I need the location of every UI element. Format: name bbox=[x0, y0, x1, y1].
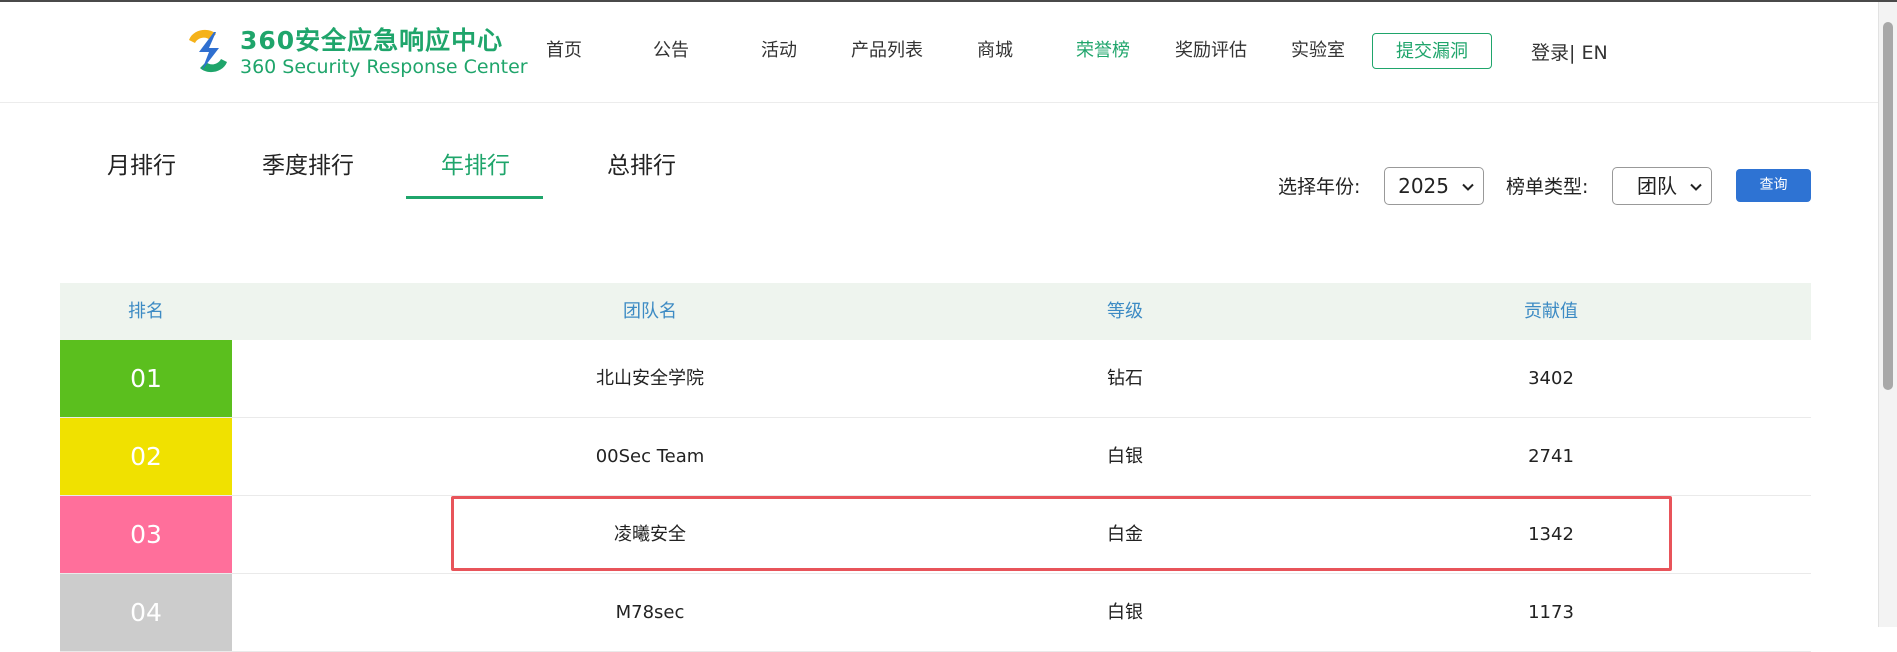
chevron-down-icon bbox=[1690, 183, 1702, 191]
header-team-name: 团队名 bbox=[623, 301, 677, 322]
board-type-select-value: 团队 bbox=[1637, 174, 1677, 198]
level-cell: 白金 bbox=[1107, 524, 1143, 545]
nav-item-announcements[interactable]: 公告 bbox=[653, 39, 689, 63]
table-row[interactable]: 01 北山安全学院 钻石 3402 bbox=[60, 340, 1811, 418]
tab-monthly[interactable]: 月排行 bbox=[107, 150, 176, 182]
year-filter-label: 选择年份: bbox=[1278, 176, 1361, 198]
table-row[interactable]: 02 00Sec Team 白银 2741 bbox=[60, 418, 1811, 496]
nav-item-store[interactable]: 商城 bbox=[977, 39, 1013, 63]
nav-item-lab[interactable]: 实验室 bbox=[1291, 39, 1345, 63]
contribution-cell: 2741 bbox=[1528, 446, 1574, 467]
level-cell: 白银 bbox=[1107, 602, 1143, 623]
table-row[interactable]: 04 M78sec 白银 1173 bbox=[60, 574, 1811, 652]
tab-yearly[interactable]: 年排行 bbox=[441, 150, 510, 182]
team-name-cell: 北山安全学院 bbox=[596, 368, 704, 389]
year-select[interactable]: 2025 bbox=[1384, 167, 1484, 205]
logo-title-cn: 360安全应急响应中心 bbox=[240, 26, 504, 55]
logo-mark-icon bbox=[189, 29, 227, 73]
team-name-cell: 凌曦安全 bbox=[614, 524, 686, 545]
contribution-cell: 1173 bbox=[1528, 602, 1574, 623]
site-logo[interactable]: 360安全应急响应中心 360 Security Response Center bbox=[183, 26, 528, 82]
login-language-link[interactable]: 登录| EN bbox=[1531, 41, 1608, 65]
header-level: 等级 bbox=[1107, 301, 1143, 322]
chevron-down-icon bbox=[1462, 183, 1474, 191]
tab-quarterly[interactable]: 季度排行 bbox=[262, 150, 354, 182]
nav-item-products[interactable]: 产品列表 bbox=[851, 39, 923, 63]
logo-title-en: 360 Security Response Center bbox=[240, 56, 528, 78]
contribution-cell: 3402 bbox=[1528, 368, 1574, 389]
rank-badge: 02 bbox=[60, 418, 232, 495]
level-cell: 钻石 bbox=[1107, 368, 1143, 389]
submit-vulnerability-button[interactable]: 提交漏洞 bbox=[1372, 33, 1492, 69]
level-cell: 白银 bbox=[1107, 446, 1143, 467]
active-tab-indicator bbox=[406, 196, 543, 199]
rank-badge: 03 bbox=[60, 496, 232, 573]
header-contribution: 贡献值 bbox=[1524, 301, 1578, 322]
year-select-value: 2025 bbox=[1398, 174, 1449, 198]
board-type-select[interactable]: 团队 bbox=[1612, 167, 1712, 205]
rank-badge: 01 bbox=[60, 340, 232, 417]
nav-item-home[interactable]: 首页 bbox=[546, 39, 582, 63]
nav-item-honor-board[interactable]: 荣誉榜 bbox=[1076, 39, 1130, 63]
table-header: 排名 团队名 等级 贡献值 bbox=[60, 283, 1811, 340]
team-name-cell: 00Sec Team bbox=[595, 446, 705, 467]
nav-item-activities[interactable]: 活动 bbox=[761, 39, 797, 63]
site-header: 360安全应急响应中心 360 Security Response Center… bbox=[0, 2, 1878, 103]
nav-item-reward-evaluation[interactable]: 奖励评估 bbox=[1175, 39, 1247, 63]
page: 360安全应急响应中心 360 Security Response Center… bbox=[0, 0, 1897, 652]
rank-badge: 04 bbox=[60, 574, 232, 651]
table-row[interactable]: 03 凌曦安全 白金 1342 bbox=[60, 496, 1811, 574]
query-button[interactable]: 查询 bbox=[1736, 169, 1811, 202]
page-scrollbar[interactable] bbox=[1878, 2, 1897, 627]
tab-overall[interactable]: 总排行 bbox=[607, 150, 676, 182]
scrollbar-thumb[interactable] bbox=[1883, 22, 1893, 390]
header-rank: 排名 bbox=[128, 301, 164, 322]
team-name-cell: M78sec bbox=[615, 602, 685, 623]
board-type-label: 榜单类型: bbox=[1506, 176, 1589, 198]
contribution-cell: 1342 bbox=[1528, 524, 1574, 545]
